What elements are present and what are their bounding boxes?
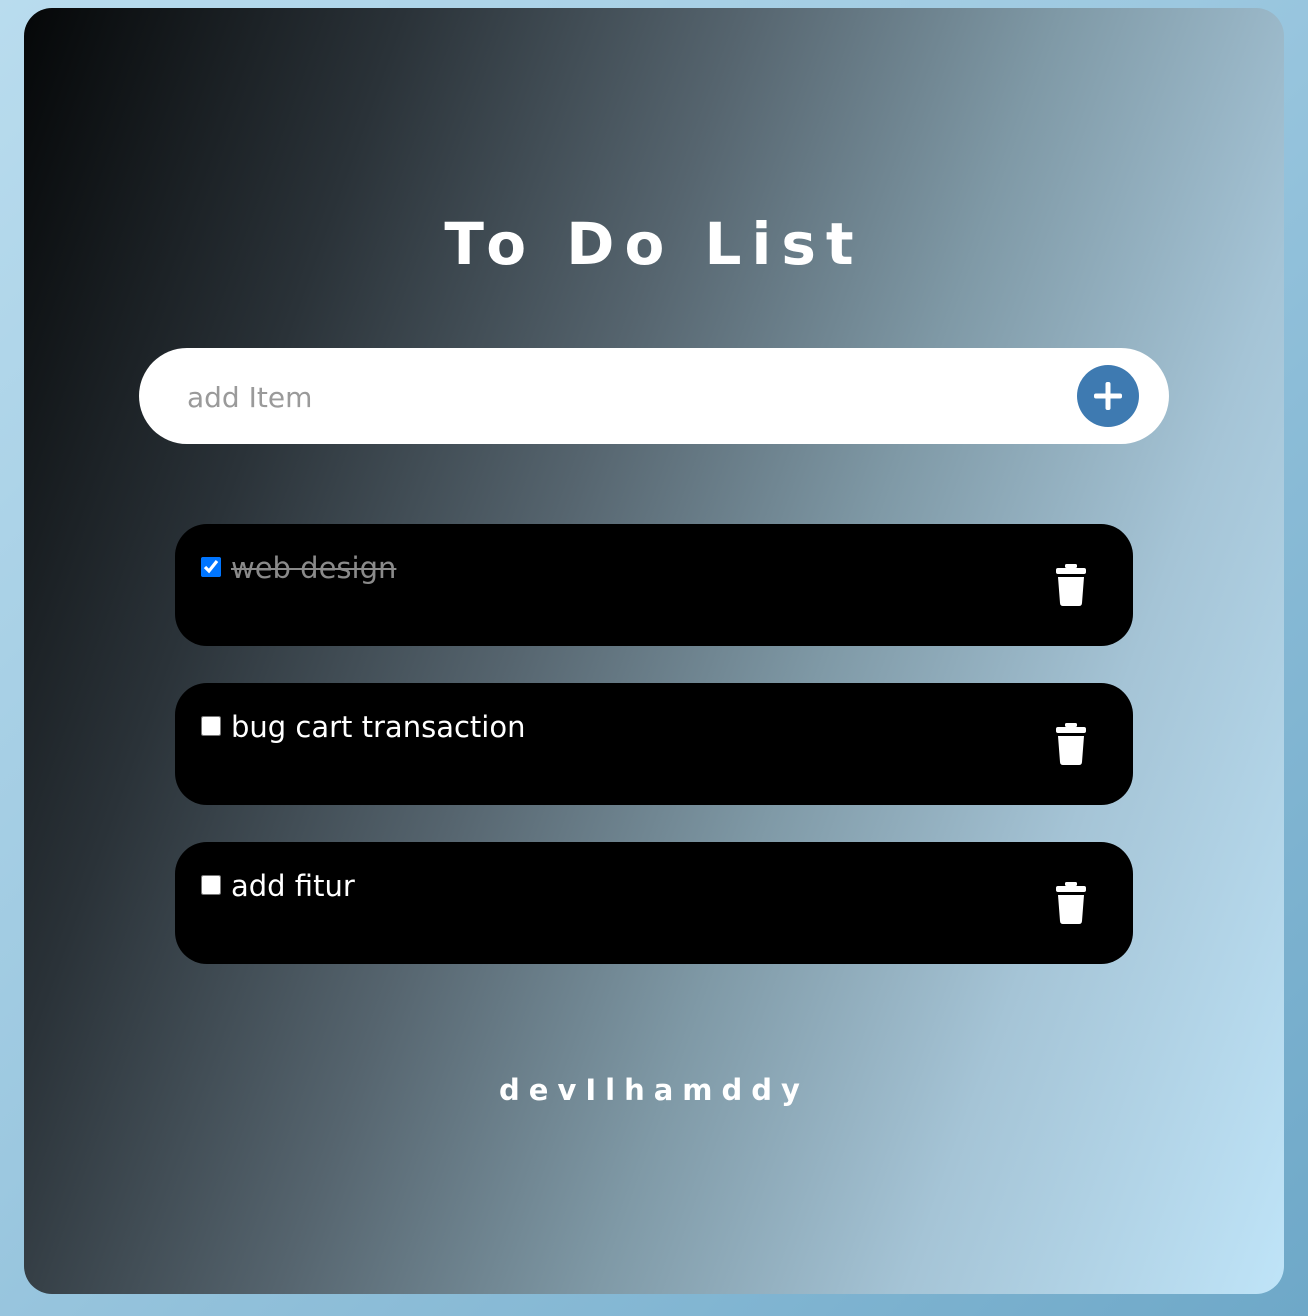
trash-icon[interactable] <box>1055 723 1087 765</box>
todo-checkbox[interactable] <box>201 875 221 895</box>
todo-item: add fitur <box>175 842 1133 964</box>
trash-icon[interactable] <box>1055 882 1087 924</box>
todo-checkbox[interactable] <box>201 716 221 736</box>
todo-label: add fitur <box>231 869 355 903</box>
page-title: To Do List <box>444 210 864 278</box>
plus-icon <box>1094 382 1122 410</box>
todo-card: To Do List web design bug cart transacti… <box>24 8 1284 1294</box>
todo-list: web design bug cart transaction add fitu… <box>175 524 1133 1001</box>
add-item-form <box>139 348 1169 444</box>
todo-item: bug cart transaction <box>175 683 1133 805</box>
footer-credit: devIlhamddy <box>499 1073 809 1107</box>
todo-checkbox[interactable] <box>201 557 221 577</box>
trash-icon[interactable] <box>1055 564 1087 606</box>
add-item-input[interactable] <box>185 370 1049 424</box>
add-item-button[interactable] <box>1077 365 1139 427</box>
todo-item: web design <box>175 524 1133 646</box>
todo-label: web design <box>231 551 397 585</box>
todo-label: bug cart transaction <box>231 710 526 744</box>
